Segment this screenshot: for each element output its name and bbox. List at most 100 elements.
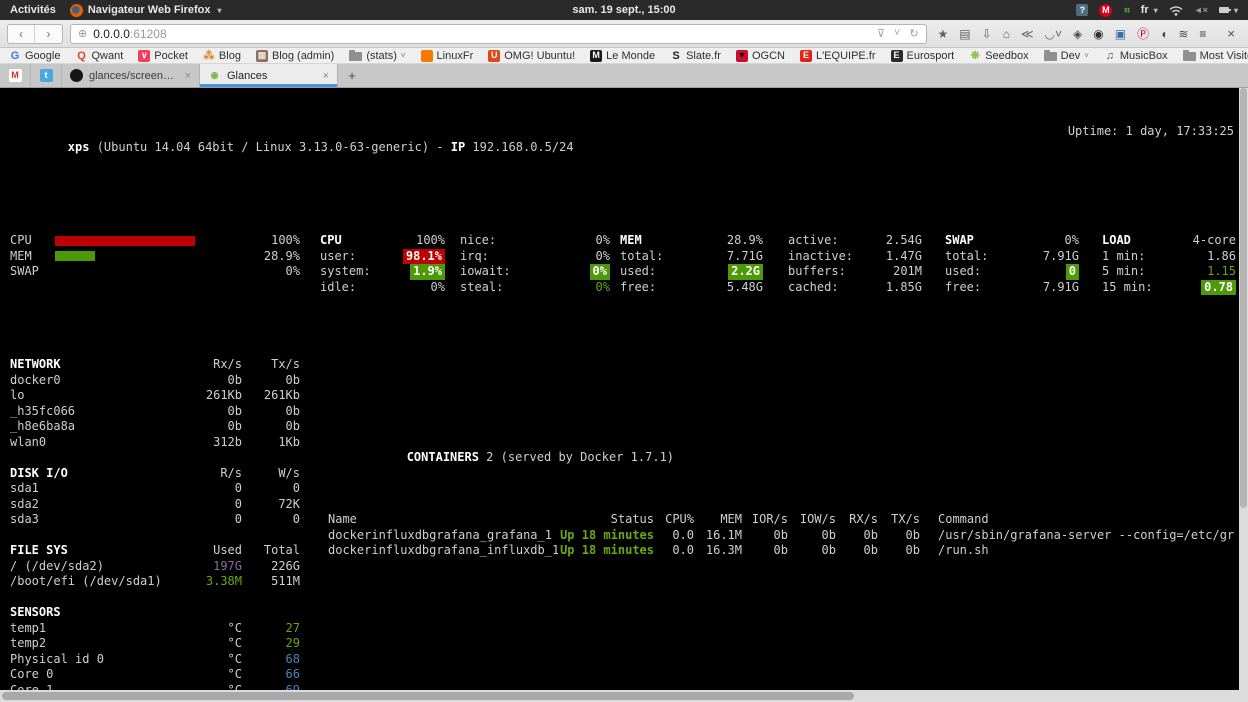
bookmark-favicon: ∨ xyxy=(138,50,150,62)
quicklook-bar xyxy=(55,251,195,261)
url-dropdown-icon[interactable]: ˅ xyxy=(894,27,900,40)
reload-icon[interactable]: ↻ xyxy=(909,27,918,40)
volume-muted-icon[interactable]: ◄× xyxy=(1194,5,1208,15)
swap-panel: SWAP0%total:7.91Gused:0free:7.91G xyxy=(945,233,1079,295)
messenger-icon[interactable]: ◖ xyxy=(1160,27,1167,41)
containers-header: RX/s xyxy=(836,512,878,528)
bookmark-star-icon[interactable]: ★ xyxy=(938,27,949,41)
forward-button[interactable]: › xyxy=(35,25,62,43)
library-icon[interactable]: ▤ xyxy=(959,27,970,41)
back-button[interactable]: ‹ xyxy=(8,25,35,43)
addon-blue-icon[interactable]: ▣ xyxy=(1115,27,1126,41)
bookmark-item[interactable]: SSlate.fr xyxy=(670,50,721,62)
bookmark-item[interactable]: Most Visited˅ xyxy=(1183,50,1248,62)
folder-icon xyxy=(1183,52,1196,61)
battery-indicator[interactable]: ▾ xyxy=(1219,4,1238,16)
bookmark-item[interactable]: ♫MusicBox xyxy=(1104,50,1168,62)
network-row: docker00b0b xyxy=(10,373,300,389)
site-identity-icon[interactable]: ⊕ xyxy=(78,27,87,40)
container-cell: 16.3M xyxy=(694,543,742,559)
download-icon[interactable]: ⇩ xyxy=(982,27,992,41)
quicklook-label: MEM xyxy=(10,249,55,265)
bookmark-item[interactable]: (stats)˅ xyxy=(349,50,405,62)
bookmark-item[interactable]: EEurosport xyxy=(891,50,955,62)
summary-row: CPU100%MEM28.9%SWAP0% CPU100%user:98.1%s… xyxy=(10,233,1234,295)
share-icon[interactable]: ≪ xyxy=(1021,27,1034,41)
bookmark-item[interactable]: ❋Seedbox xyxy=(969,49,1028,62)
chevron-down-icon: ▾ xyxy=(218,6,222,15)
bookmark-item[interactable]: QQwant xyxy=(75,50,123,62)
container-cell: /usr/sbin/grafana-server --config=/etc/g… xyxy=(920,528,1234,544)
container-cell: 0b xyxy=(788,528,836,544)
vertical-scrollbar[interactable] xyxy=(1239,88,1248,690)
pocket-save-icon[interactable]: ⊽ xyxy=(877,27,885,40)
app-menu[interactable]: Navigateur Web Firefox ▾ xyxy=(70,4,222,17)
clock[interactable]: sam. 19 sept., 15:00 xyxy=(572,4,675,16)
bookmark-label: MusicBox xyxy=(1120,50,1168,62)
bookmark-item[interactable]: ⁂Blog xyxy=(203,49,241,62)
load-panel: LOAD4-core1 min:1.865 min:1.1515 min:0.7… xyxy=(1102,233,1236,295)
keyboard-layout-indicator[interactable]: fr ▾ xyxy=(1141,4,1158,16)
sensors-section: SENSORStemp1°C27temp2°C29Physical id 0°C… xyxy=(10,605,300,690)
pocket-menu-icon[interactable]: ◡˅ xyxy=(1045,27,1062,41)
horizontal-scrollbar-thumb[interactable] xyxy=(2,692,854,700)
bookmark-item[interactable]: MLe Monde xyxy=(590,50,655,62)
diskio-row: sda2072K xyxy=(10,497,300,513)
help-icon[interactable]: ? xyxy=(1076,4,1088,16)
cpu-stat: nice:0% xyxy=(460,233,610,249)
quicklook-label: SWAP xyxy=(10,264,55,280)
menu-icon[interactable]: ≡ xyxy=(1199,27,1206,41)
glances-icon: ◉ xyxy=(208,69,221,82)
cpu-stat: irq:0% xyxy=(460,249,610,265)
mem-stat: free:5.48G xyxy=(620,280,763,296)
bookmark-item[interactable]: GGoogle xyxy=(9,50,60,62)
mega-icon[interactable]: M xyxy=(1099,4,1112,17)
tab-close-icon[interactable]: × xyxy=(185,70,191,82)
tab-glances[interactable]: ◉ Glances × xyxy=(200,64,338,87)
stack-icon[interactable]: ≋ xyxy=(1178,27,1188,41)
container-cell: 0b xyxy=(742,543,788,559)
wifi-icon[interactable] xyxy=(1169,5,1183,16)
bookmark-label: Eurosport xyxy=(907,50,955,62)
tab-close-icon[interactable]: × xyxy=(323,70,329,82)
network-row: _h8e6ba8a0b0b xyxy=(10,419,300,435)
filesys-row: / (/dev/sda2)197G226G xyxy=(10,559,300,575)
disconnect-icon[interactable]: ◈ xyxy=(1073,27,1082,41)
tab-label: Glances xyxy=(227,70,317,82)
pinned-tab-twitter[interactable]: t xyxy=(31,64,62,87)
containers-header: Name xyxy=(320,512,558,528)
chevron-down-icon: ▾ xyxy=(1154,6,1158,15)
extension-icon[interactable]: ⠶ xyxy=(1123,5,1129,16)
horizontal-scrollbar[interactable] xyxy=(0,690,1248,702)
bookmark-item[interactable]: ▼OGCN xyxy=(736,50,785,62)
vertical-scrollbar-thumb[interactable] xyxy=(1240,88,1247,508)
load-stat: 15 min:0.78 xyxy=(1102,280,1236,296)
quicklook-percent: 100% xyxy=(195,233,300,249)
load-stat: LOAD4-core xyxy=(1102,233,1236,249)
bookmark-item[interactable]: ∨Pocket xyxy=(138,50,188,62)
cpu-stat: iowait:0% xyxy=(460,264,610,280)
activities-button[interactable]: Activités xyxy=(10,4,56,16)
load-stat: 1 min:1.86 xyxy=(1102,249,1236,265)
quicklook-panel: CPU100%MEM28.9%SWAP0% xyxy=(10,233,300,280)
tab-glances-screenshot[interactable]: glances/screenshot-w... × xyxy=(62,64,200,87)
bookmark-item[interactable]: ▦Blog (admin) xyxy=(256,50,334,62)
chevron-down-icon: ˅ xyxy=(1084,51,1089,60)
pinned-tab-gmail[interactable]: M xyxy=(0,64,31,87)
window-close-button[interactable]: × xyxy=(1217,26,1241,41)
sensors-row: temp1°C27 xyxy=(10,621,300,637)
bookmark-item[interactable]: EL'EQUIPE.fr xyxy=(800,50,876,62)
new-tab-button[interactable]: + xyxy=(338,64,366,87)
tab-label: glances/screenshot-w... xyxy=(89,70,179,82)
container-cell: 0.0 xyxy=(654,543,694,559)
bookmark-item[interactable]: LinuxFr xyxy=(421,50,474,62)
bookmark-item[interactable]: Dev˅ xyxy=(1044,50,1089,62)
home-icon[interactable]: ⌂ xyxy=(1003,27,1010,41)
container-cell: dockerinfluxdbgrafana_grafana_1 xyxy=(320,528,558,544)
cpu-stat: idle:0% xyxy=(320,280,445,296)
ublock-badge-icon[interactable]: ◉ xyxy=(1093,27,1103,41)
bookmark-item[interactable]: UOMG! Ubuntu! xyxy=(488,50,575,62)
pinterest-icon[interactable]: Ⓟ xyxy=(1137,25,1149,42)
containers-section: CONTAINERS 2 (served by Docker 1.7.1) Na… xyxy=(320,404,1234,590)
url-bar[interactable]: ⊕ 0.0.0.0:61208 ⊽˅↻ xyxy=(70,24,927,44)
